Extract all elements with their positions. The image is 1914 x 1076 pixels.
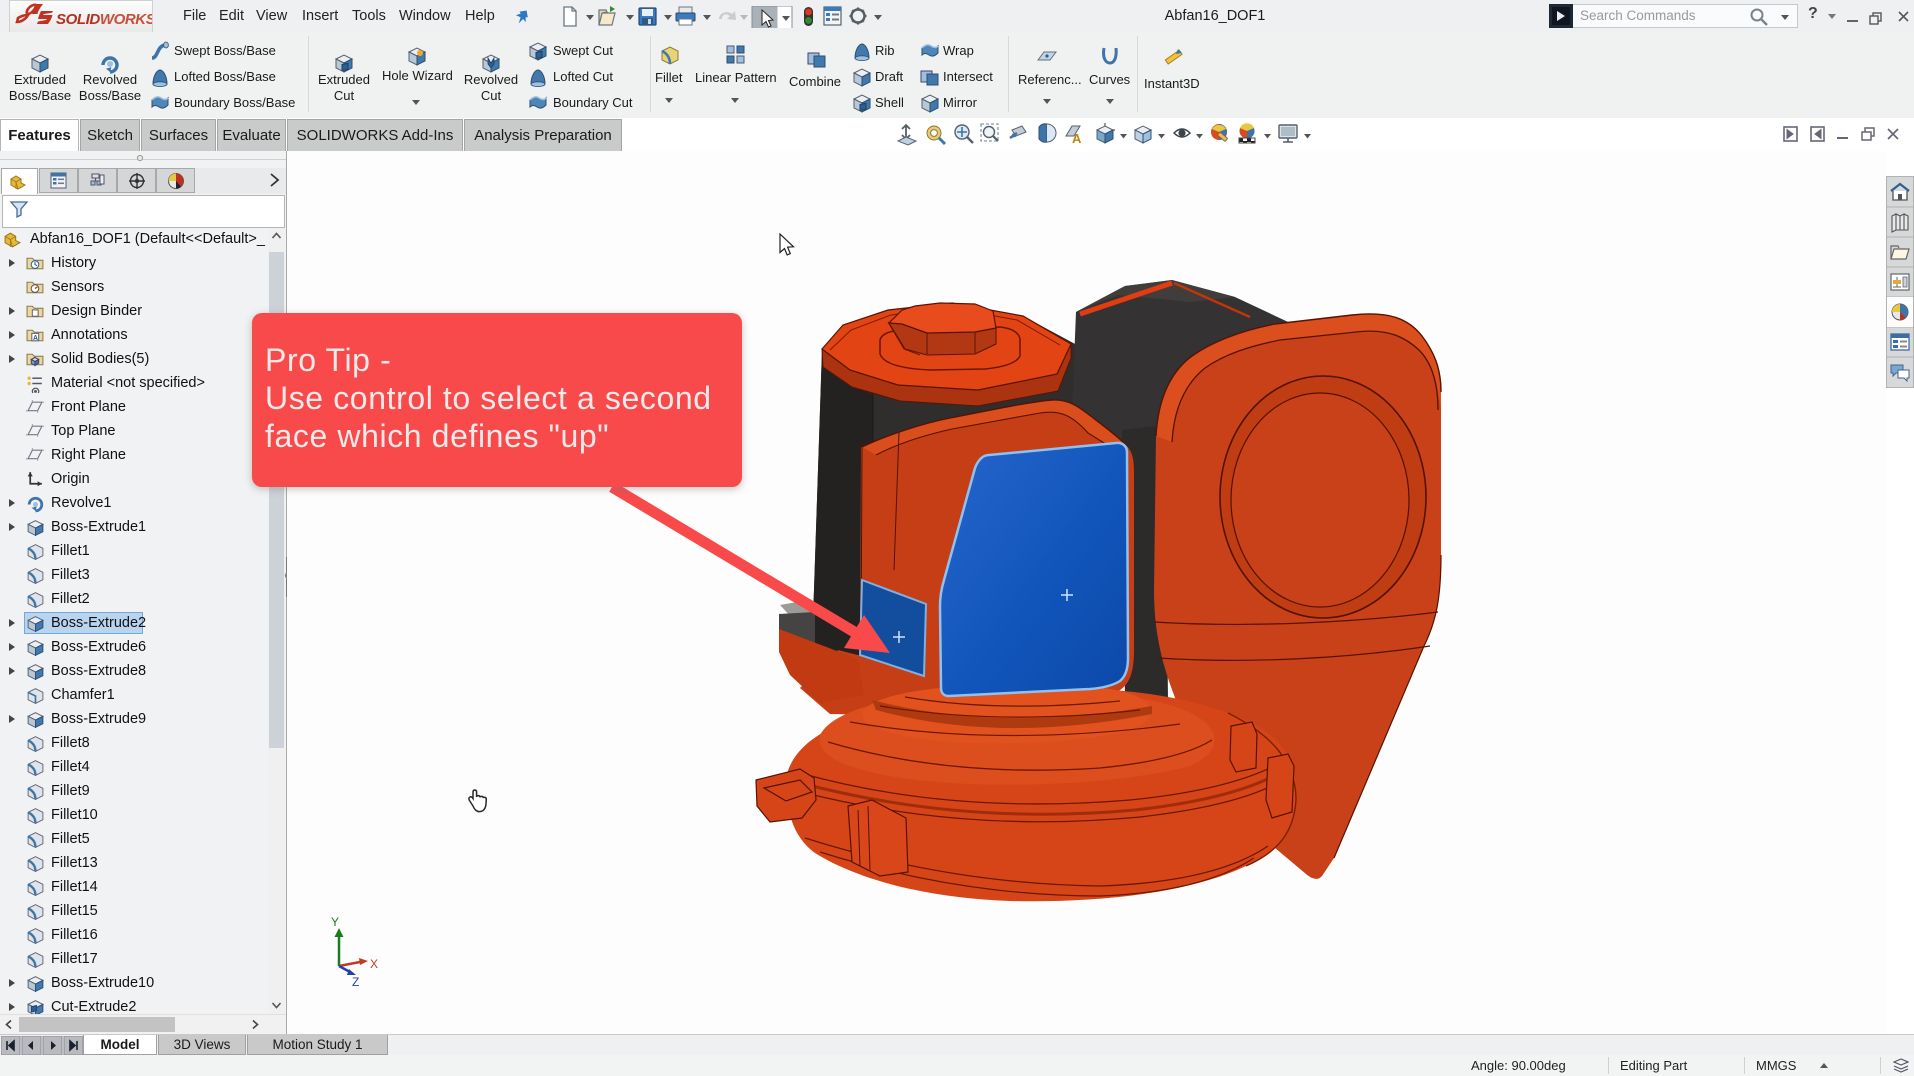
svg-text:Y: Y — [331, 915, 339, 929]
svg-text:Z: Z — [352, 975, 359, 989]
svg-text:X: X — [370, 957, 378, 971]
